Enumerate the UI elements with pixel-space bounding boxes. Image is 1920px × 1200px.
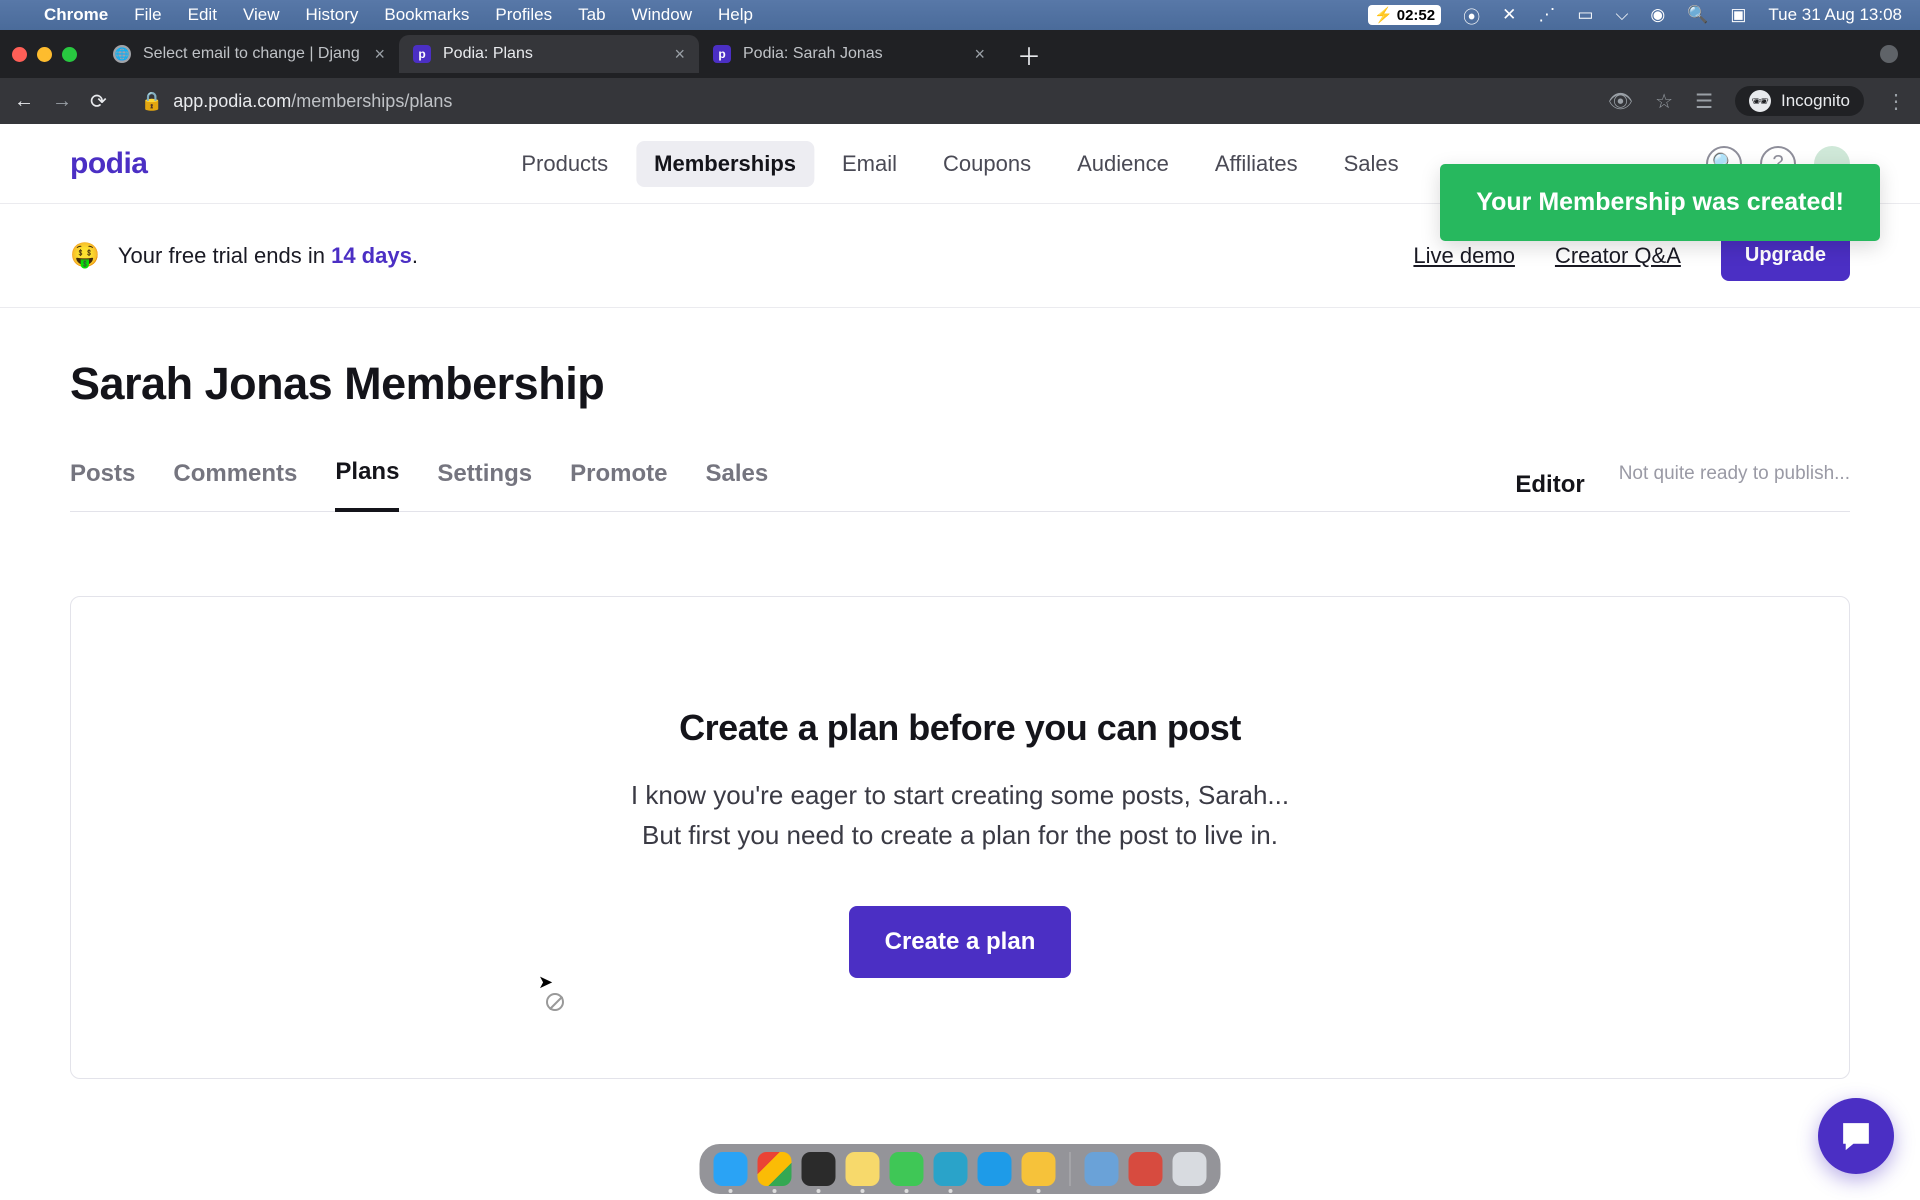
dock-parallels[interactable] — [1129, 1152, 1163, 1186]
menu-edit[interactable]: Edit — [188, 5, 217, 25]
nav-email[interactable]: Email — [824, 141, 915, 187]
tab-django-admin[interactable]: 🌐 Select email to change | Djang × — [99, 35, 399, 73]
statusbar-spotlight-icon[interactable]: 🔍 — [1687, 5, 1708, 25]
podia-favicon-icon: p — [413, 45, 431, 63]
intercom-launcher[interactable] — [1818, 1098, 1894, 1174]
dock-finder[interactable] — [714, 1152, 748, 1186]
statusbar-siri-icon[interactable]: ▣ — [1730, 5, 1746, 25]
money-face-icon: 🤑 — [70, 241, 100, 270]
tab-settings[interactable]: Settings — [437, 460, 532, 510]
toast-success: Your Membership was created! — [1440, 164, 1880, 241]
tab-sales[interactable]: Sales — [705, 460, 768, 510]
tab-promote[interactable]: Promote — [570, 460, 667, 510]
statusbar-battery-icon[interactable]: ▭ — [1577, 5, 1593, 25]
menu-view[interactable]: View — [243, 5, 280, 25]
dock-chrome[interactable] — [758, 1152, 792, 1186]
statusbar-dots-icon[interactable]: ⋰ — [1538, 5, 1555, 25]
creator-qa-link[interactable]: Creator Q&A — [1555, 243, 1681, 269]
close-icon[interactable]: × — [374, 44, 385, 65]
window-zoom-button[interactable] — [62, 47, 77, 62]
chrome-menu-icon[interactable]: ⋮ — [1886, 89, 1906, 114]
trial-text: Your free trial ends in 14 days. — [118, 243, 418, 269]
main-nav: Products Memberships Email Coupons Audie… — [503, 141, 1416, 187]
eye-off-icon[interactable]: 👁 — [1608, 89, 1633, 114]
dock-trash[interactable] — [1173, 1152, 1207, 1186]
content-tabs: Posts Comments Plans Settings Promote Sa… — [70, 458, 1850, 512]
empty-description: I know you're eager to start creating so… — [111, 775, 1809, 856]
window-minimize-button[interactable] — [37, 47, 52, 62]
menu-tab[interactable]: Tab — [578, 5, 605, 25]
menu-file[interactable]: File — [134, 5, 161, 25]
podia-logo[interactable]: podia — [70, 147, 148, 181]
toast-message: Your Membership was created! — [1476, 188, 1844, 216]
statusbar-datetime[interactable]: Tue 31 Aug 13:08 — [1768, 5, 1902, 25]
tab-plans[interactable]: Plans — [335, 458, 399, 512]
empty-heading: Create a plan before you can post — [111, 707, 1809, 749]
nav-audience[interactable]: Audience — [1059, 141, 1187, 187]
page-title: Sarah Jonas Membership — [70, 358, 1850, 410]
menu-history[interactable]: History — [305, 5, 358, 25]
nav-sales[interactable]: Sales — [1326, 141, 1417, 187]
live-demo-link[interactable]: Live demo — [1413, 243, 1515, 269]
statusbar-control-center-icon[interactable]: ◉ — [1650, 5, 1665, 25]
chrome-tab-strip: 🌐 Select email to change | Djang × p Pod… — [0, 30, 1920, 78]
incognito-indicator[interactable]: 🕶 Incognito — [1735, 86, 1864, 116]
publish-status-text[interactable]: Not quite ready to publish... — [1619, 463, 1850, 507]
statusbar-wifi-icon[interactable]: ⌵ — [1615, 5, 1628, 25]
nav-products[interactable]: Products — [503, 141, 626, 187]
dock-xscope[interactable] — [934, 1152, 968, 1186]
battery-status[interactable]: ⚡02:52 — [1368, 5, 1441, 25]
dock-messages[interactable] — [890, 1152, 924, 1186]
macos-dock — [700, 1144, 1221, 1194]
tab-podia-plans[interactable]: p Podia: Plans × — [399, 35, 699, 73]
page-content: Your Membership was created! podia Produ… — [0, 124, 1920, 1200]
macos-menubar: Chrome File Edit View History Bookmarks … — [0, 0, 1920, 30]
reload-button[interactable]: ⟳ — [90, 89, 107, 114]
dock-safari[interactable] — [978, 1152, 1012, 1186]
podia-favicon-icon: p — [713, 45, 731, 63]
close-icon[interactable]: × — [974, 44, 985, 65]
back-button[interactable]: ← — [14, 90, 34, 113]
tab-search-button[interactable] — [1880, 45, 1898, 63]
dock-notes[interactable] — [846, 1152, 880, 1186]
statusbar-bolt-icon[interactable]: ⦿ — [1463, 3, 1480, 28]
editor-link[interactable]: Editor — [1515, 471, 1584, 499]
statusbar-tools-icon[interactable]: ✕ — [1502, 5, 1516, 25]
address-bar[interactable]: 🔒 app.podia.com/memberships/plans — [125, 84, 1590, 118]
chrome-toolbar: ← → ⟳ 🔒 app.podia.com/memberships/plans … — [0, 78, 1920, 124]
active-app-name[interactable]: Chrome — [44, 5, 108, 25]
nav-memberships[interactable]: Memberships — [636, 141, 814, 187]
menu-profiles[interactable]: Profiles — [495, 5, 552, 25]
empty-state-card: Create a plan before you can post I know… — [70, 596, 1850, 1079]
new-tab-button[interactable]: ＋ — [1017, 37, 1041, 72]
chat-icon — [1838, 1118, 1874, 1154]
tab-title: Podia: Plans — [443, 45, 533, 63]
menu-help[interactable]: Help — [718, 5, 753, 25]
tab-comments[interactable]: Comments — [173, 460, 297, 510]
close-icon[interactable]: × — [674, 44, 685, 65]
reading-list-icon[interactable]: ☰ — [1695, 89, 1713, 114]
nav-coupons[interactable]: Coupons — [925, 141, 1049, 187]
dock-terminal[interactable] — [802, 1152, 836, 1186]
nav-affiliates[interactable]: Affiliates — [1197, 141, 1316, 187]
tab-podia-sarah[interactable]: p Podia: Sarah Jonas × — [699, 35, 999, 73]
tab-title: Select email to change | Djang — [143, 45, 360, 63]
window-controls — [12, 47, 77, 62]
menu-bookmarks[interactable]: Bookmarks — [384, 5, 469, 25]
tab-title: Podia: Sarah Jonas — [743, 45, 883, 63]
forward-button[interactable]: → — [52, 90, 72, 113]
window-close-button[interactable] — [12, 47, 27, 62]
tab-posts[interactable]: Posts — [70, 460, 135, 510]
create-plan-button[interactable]: Create a plan — [849, 906, 1072, 978]
menu-window[interactable]: Window — [632, 5, 692, 25]
lock-icon: 🔒 — [141, 91, 163, 112]
bookmark-star-icon[interactable]: ☆ — [1655, 89, 1673, 114]
dock-separator — [1070, 1152, 1071, 1186]
incognito-icon: 🕶 — [1749, 90, 1771, 112]
dock-folder[interactable] — [1085, 1152, 1119, 1186]
dock-pycharm[interactable] — [1022, 1152, 1056, 1186]
globe-icon: 🌐 — [113, 45, 131, 63]
